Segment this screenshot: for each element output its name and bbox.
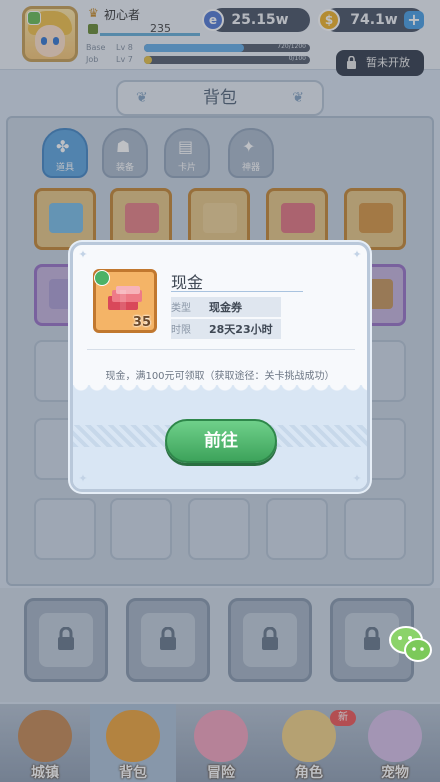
modal-divider [87,349,355,350]
cash-bundle-icon [108,286,142,310]
item-type-value: 现金券 [209,301,242,314]
goto-button[interactable]: 前往 [165,419,277,463]
item-type-label: 类型 [171,303,191,314]
title-underline [171,291,303,292]
item-time-value: 28天23小时 [209,323,273,336]
item-icon-frame: 35 [93,269,157,333]
item-detail-modal: ✦ ✦ ✦ ✦ 35 现金 类型 现金券 时限 28天23小时 现金，满100元… [70,242,370,492]
corner-star-icon: ✦ [352,248,362,261]
item-quantity: 35 [132,315,151,330]
corner-star-icon: ✦ [78,472,88,485]
chat-bubble-icon[interactable] [388,624,434,664]
item-description: 现金，满100元可领取（获取途径：关卡挑战成功） [105,371,335,382]
item-time-label: 时限 [171,325,191,336]
corner-star-icon: ✦ [78,248,88,261]
time-limit-icon [94,270,110,286]
item-name: 现金 [171,273,204,292]
corner-star-icon: ✦ [352,472,362,485]
modal-wave-edge [73,385,367,397]
item-time-row: 时限 28天23小时 [171,319,281,339]
item-type-row: 类型 现金券 [171,297,281,317]
